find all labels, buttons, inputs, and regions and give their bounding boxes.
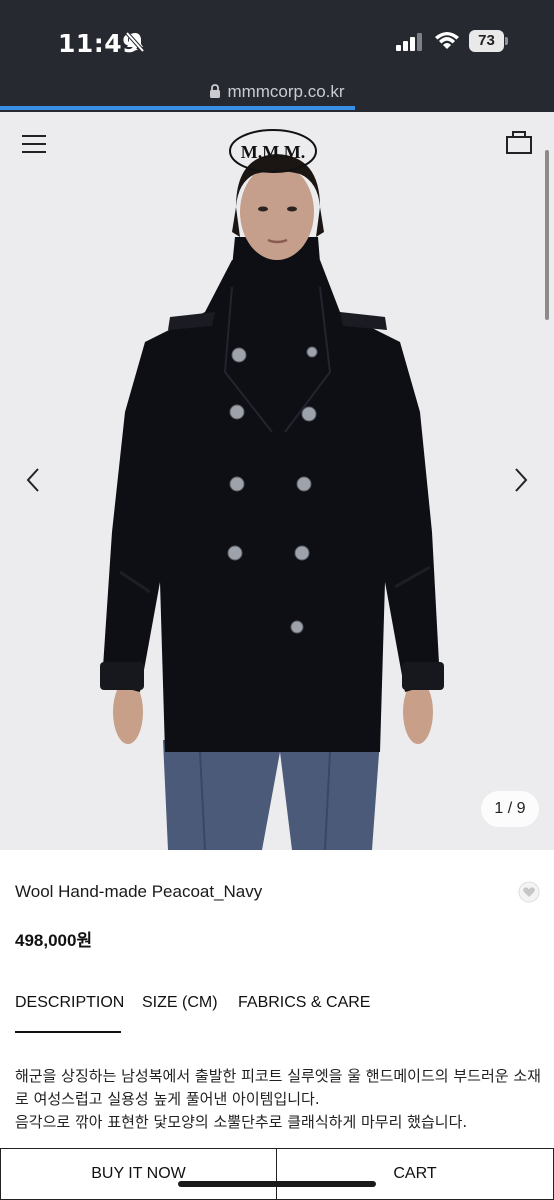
tab-fabrics-care[interactable]: FABRICS & CARE bbox=[238, 994, 370, 1012]
page-load-progress bbox=[0, 106, 355, 110]
battery-level: 73 bbox=[478, 32, 495, 49]
product-gallery[interactable] bbox=[0, 112, 554, 850]
brand-logo[interactable]: M.M.M. bbox=[228, 128, 318, 174]
home-indicator[interactable] bbox=[178, 1181, 376, 1187]
arrow-left-icon[interactable] bbox=[24, 466, 42, 494]
description-line: 음각으로 깎아 표현한 닻모양의 소뿔단추로 클래식하게 마무리 했습니다. bbox=[15, 1113, 468, 1131]
address-bar[interactable]: mmmcorp.co.kr bbox=[0, 82, 554, 102]
gallery-counter: 1 / 9 bbox=[481, 791, 539, 827]
product-photo bbox=[0, 112, 554, 850]
tab-size[interactable]: SIZE (CM) bbox=[142, 994, 218, 1012]
heart-icon[interactable] bbox=[518, 881, 540, 903]
lock-icon bbox=[210, 84, 221, 98]
bell-off-icon bbox=[125, 31, 145, 53]
description-line: 해군을 상징하는 남성복에서 출발한 피코트 실루엣을 울 핸드메이드의 부드러… bbox=[15, 1067, 541, 1108]
shopping-bag-icon[interactable] bbox=[506, 130, 532, 154]
product-name: Wool Hand-made Peacoat_Navy bbox=[15, 882, 263, 901]
url-text: mmmcorp.co.kr bbox=[227, 82, 345, 101]
scrollbar[interactable] bbox=[545, 150, 549, 320]
product-price: 498,000원 bbox=[15, 931, 93, 950]
wifi-icon bbox=[435, 32, 459, 49]
arrow-right-icon[interactable] bbox=[512, 466, 530, 494]
tab-description[interactable]: DESCRIPTION bbox=[15, 994, 124, 1012]
signal-icon bbox=[396, 33, 422, 51]
active-tab-indicator bbox=[15, 1031, 121, 1033]
bottom-action-bar: BUY IT NOW CART bbox=[0, 1148, 554, 1200]
logo-text: M.M.M. bbox=[241, 142, 305, 162]
add-to-cart-button[interactable]: CART bbox=[276, 1148, 554, 1200]
battery-icon: 73 bbox=[469, 30, 509, 52]
buy-now-button[interactable]: BUY IT NOW bbox=[0, 1148, 277, 1200]
hamburger-menu-icon[interactable] bbox=[22, 134, 46, 154]
browser-chrome: 11:49 73 mmmcorp.co.kr bbox=[0, 0, 554, 112]
product-description: 해군을 상징하는 남성복에서 출발한 피코트 실루엣을 울 핸드메이드의 부드러… bbox=[15, 1065, 545, 1134]
